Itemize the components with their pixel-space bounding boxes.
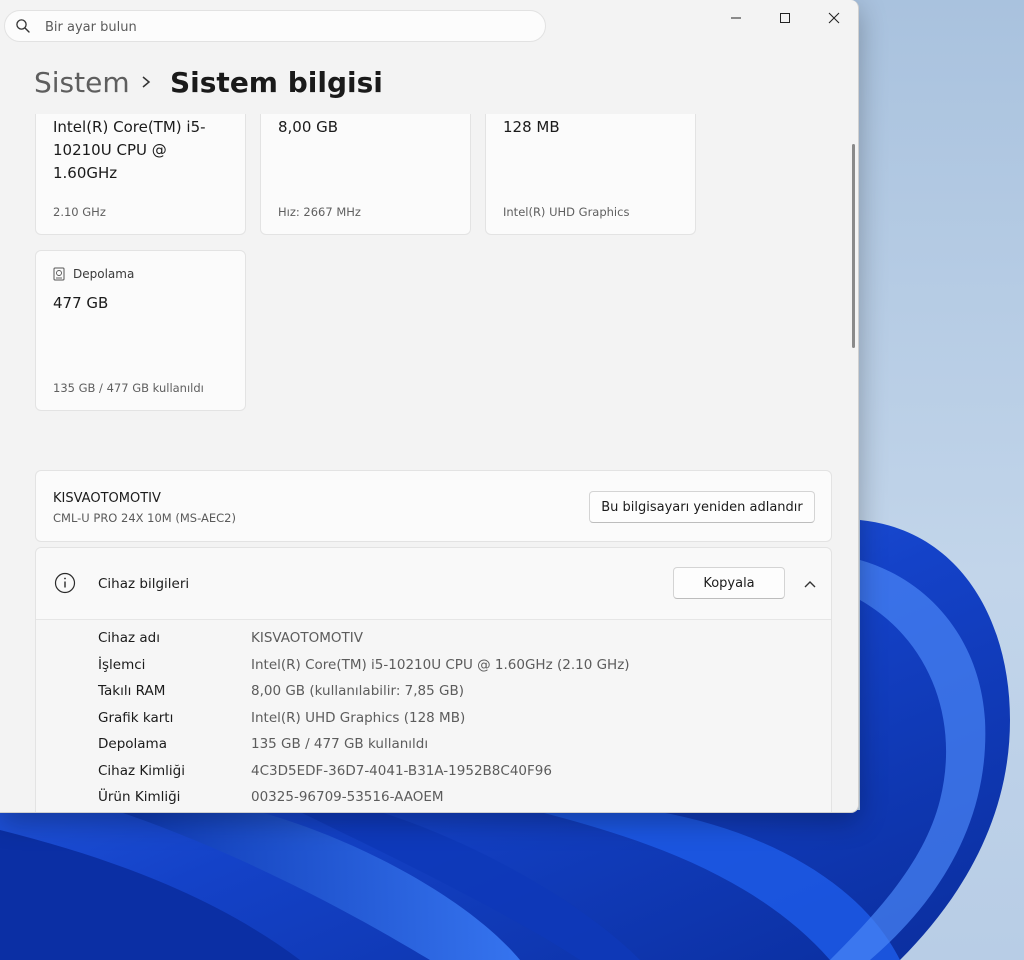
info-key: Cihaz Kimliği [98,763,185,779]
settings-window: Sistem Sistem bilgisi Intel(R) Core(TM) … [0,0,859,813]
processor-speed: 2.10 GHz [53,205,106,219]
info-value: 8,00 GB (kullanılabilir: 7,85 GB) [251,683,465,699]
storage-header: Depolama [53,267,134,281]
info-key: Ürün Kimliği [98,789,181,805]
collapse-button[interactable] [798,574,822,594]
copy-button[interactable]: Kopyala [673,567,785,599]
chevron-up-icon [804,581,816,588]
info-key: Grafik kartı [98,710,174,726]
device-name-card: KISVAOTOMOTIV CML-U PRO 24X 10M (MS-AEC2… [35,470,832,542]
storage-card: Depolama 477 GB 135 GB / 477 GB kullanıl… [35,250,246,411]
processor-card: Intel(R) Core(TM) i5-10210U CPU @ 1.60GH… [35,114,246,235]
device-info-title: Cihaz bilgileri [98,576,190,592]
close-icon [828,12,840,24]
ram-value: 8,00 GB [278,118,339,136]
minimize-button[interactable] [712,0,760,36]
hard-drive-icon [53,267,65,281]
device-info-card: Cihaz bilgileri Kopyala Cihaz adı KISVAO… [35,547,832,812]
close-button[interactable] [810,0,858,36]
breadcrumb-parent[interactable]: Sistem [34,62,130,102]
device-info-body: Cihaz adı KISVAOTOMOTIV İşlemci Intel(R)… [36,620,831,812]
storage-used: 135 GB / 477 GB kullanıldı [53,381,204,395]
device-info-header[interactable]: Cihaz bilgileri Kopyala [36,548,831,620]
info-value: 4C3D5EDF-36D7-4041-B31A-1952B8C40F96 [251,763,552,779]
ram-card: 8,00 GB Hız: 2667 MHz [260,114,471,235]
info-key: İşlemci [98,657,146,673]
info-value: KISVAOTOMOTIV [251,630,364,646]
maximize-icon [780,13,790,23]
chevron-right-icon [142,76,151,88]
info-key: Cihaz adı [98,630,160,646]
breadcrumb-separator [140,62,154,102]
graphics-memory: 128 MB [503,118,560,136]
page-title: Sistem bilgisi [170,65,383,99]
storage-value: 477 GB [53,294,109,312]
search-icon [16,19,30,33]
info-key: Takılı RAM [98,683,166,699]
storage-label: Depolama [73,267,135,281]
search-input[interactable] [43,14,527,40]
scrollbar[interactable] [852,144,855,348]
info-icon [54,572,76,594]
info-value: Intel(R) UHD Graphics (128 MB) [251,710,466,726]
minimize-icon [731,17,741,19]
device-name: KISVAOTOMOTIV [53,491,161,506]
info-value: 135 GB / 477 GB kullanıldı [251,736,429,752]
info-value: 00325-96709-53516-AAOEM [251,789,444,805]
graphics-card: 128 MB Intel(R) UHD Graphics [485,114,696,235]
processor-value: Intel(R) Core(TM) i5-10210U CPU @ 1.60GH… [53,118,206,182]
ram-speed: Hız: 2667 MHz [278,205,361,219]
search-box[interactable] [4,10,546,42]
rename-pc-button[interactable]: Bu bilgisayarı yeniden adlandır [589,491,815,523]
device-model: CML-U PRO 24X 10M (MS-AEC2) [53,511,236,525]
content-area: Intel(R) Core(TM) i5-10210U CPU @ 1.60GH… [0,114,850,812]
info-key: Depolama [98,736,167,752]
maximize-button[interactable] [761,0,809,36]
info-value: Intel(R) Core(TM) i5-10210U CPU @ 1.60GH… [251,657,630,673]
graphics-name: Intel(R) UHD Graphics [503,205,630,219]
